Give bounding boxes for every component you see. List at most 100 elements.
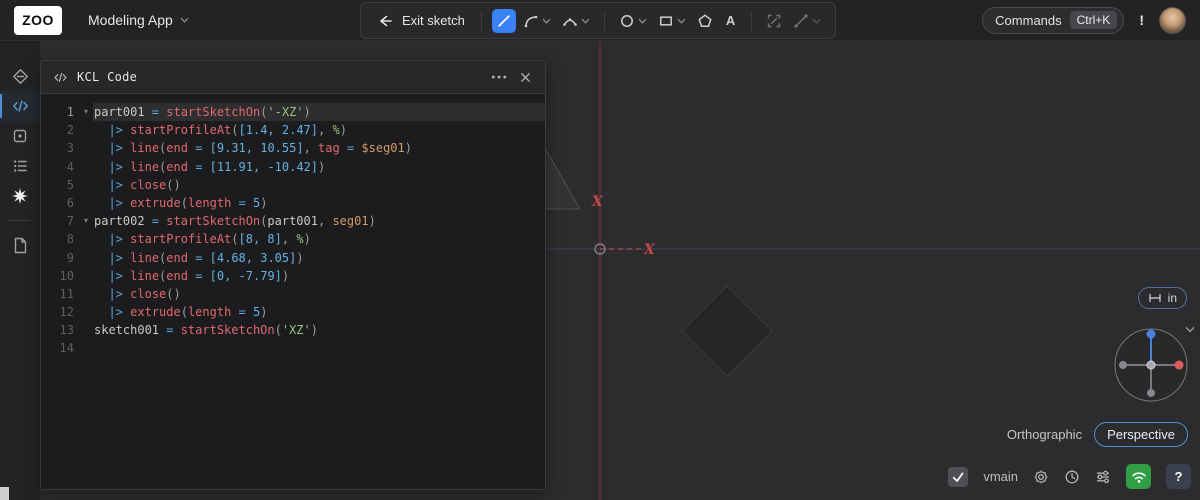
- help-button[interactable]: ?: [1166, 464, 1191, 489]
- filters-button[interactable]: [1095, 469, 1111, 485]
- line-number: 4: [41, 158, 79, 176]
- code-line-10[interactable]: 10 |> line(end = [0, -7.79]): [41, 267, 545, 285]
- code-line-1[interactable]: 1▾part001 = startSketchOn('-XZ'): [41, 103, 545, 121]
- history-button[interactable]: [1064, 469, 1080, 485]
- fold-chevron-icon: [79, 194, 93, 212]
- rectangle-tool[interactable]: [654, 9, 690, 33]
- corner-resize-handle[interactable]: [0, 487, 9, 500]
- line-number: 9: [41, 249, 79, 267]
- code-line-3[interactable]: 3 |> line(end = [9.31, 10.55], tag = $se…: [41, 139, 545, 157]
- code-line-11[interactable]: 11 |> close(): [41, 285, 545, 303]
- sidebar-item-reports[interactable]: [0, 181, 40, 211]
- toolbar-tools: A: [492, 9, 825, 33]
- version-checkbox[interactable]: [948, 467, 968, 487]
- x-axis-label[interactable]: X: [643, 242, 656, 258]
- status-bar: vmain ?: [948, 464, 1191, 489]
- code-line-8[interactable]: 8 |> startProfileAt([8, 8], %): [41, 230, 545, 248]
- units-button[interactable]: in: [1138, 287, 1187, 309]
- user-avatar[interactable]: [1159, 7, 1186, 34]
- gizmo-center-handle[interactable]: [1147, 361, 1155, 369]
- constraint-tool[interactable]: [789, 9, 825, 33]
- kcl-code-panel-header[interactable]: KCL Code: [41, 61, 545, 94]
- code-line-6[interactable]: 6 |> extrude(length = 5): [41, 194, 545, 212]
- kcl-code-editor[interactable]: 1▾part001 = startSketchOn('-XZ')2 |> sta…: [41, 94, 545, 489]
- sidebar-item-kcl-code[interactable]: [0, 91, 40, 121]
- zoo-mark-icon: [12, 68, 29, 85]
- panel-close-button[interactable]: [518, 70, 533, 85]
- code-text: |> close(): [93, 176, 545, 194]
- exit-sketch-button[interactable]: Exit sketch: [371, 13, 471, 29]
- text-tool-label: A: [724, 13, 737, 28]
- sidebar-divider: [9, 220, 31, 221]
- x-axis-label-secondary[interactable]: X: [591, 194, 604, 210]
- file-icon: [13, 237, 28, 254]
- code-text: |> line(end = [4.68, 3.05]): [93, 249, 545, 267]
- chevron-down-icon: [638, 18, 647, 24]
- kcl-code-panel: KCL Code 1▾part001 = startSketchOn('-XZ'…: [40, 60, 546, 490]
- top-bar-right: Commands Ctrl+K !: [982, 7, 1186, 34]
- commands-button[interactable]: Commands Ctrl+K: [982, 7, 1124, 34]
- code-line-9[interactable]: 9 |> line(end = [4.68, 3.05]): [41, 249, 545, 267]
- notification-button[interactable]: !: [1139, 12, 1144, 28]
- chevron-down-icon: [677, 18, 686, 24]
- sidebar-item-model[interactable]: [0, 61, 40, 91]
- line-number: 10: [41, 267, 79, 285]
- chevron-down-icon: [542, 18, 551, 24]
- line-icon: [496, 13, 512, 29]
- circle-tool[interactable]: [615, 9, 651, 33]
- fold-chevron-icon[interactable]: ▾: [79, 212, 93, 230]
- rect-icon: [658, 13, 674, 29]
- fold-chevron-icon: [79, 176, 93, 194]
- gizmo-neg-x-handle[interactable]: [1119, 361, 1127, 369]
- splat-icon: [11, 187, 29, 205]
- sidebar-item-feature-tree[interactable]: [0, 151, 40, 181]
- view-gizmo[interactable]: [1106, 320, 1196, 410]
- three-point-arc-tool[interactable]: [558, 9, 594, 33]
- arc3-icon: [562, 13, 578, 29]
- line-number: 7: [41, 212, 79, 230]
- commands-label: Commands: [995, 13, 1061, 28]
- settings-button[interactable]: [1033, 469, 1049, 485]
- sidebar-item-debug[interactable]: [0, 121, 40, 151]
- network-status-button[interactable]: [1126, 464, 1151, 489]
- gear-icon: [1033, 469, 1049, 485]
- code-line-5[interactable]: 5 |> close(): [41, 176, 545, 194]
- tree-icon: [12, 158, 28, 174]
- dimension-icon: [766, 13, 782, 29]
- code-line-4[interactable]: 4 |> line(end = [11.91, -10.42]): [41, 158, 545, 176]
- gizmo-x-handle[interactable]: [1175, 361, 1184, 370]
- dimension-tool[interactable]: [762, 9, 786, 33]
- code-line-13[interactable]: 13sketch001 = startSketchOn('XZ'): [41, 321, 545, 339]
- orthographic-button[interactable]: Orthographic: [1005, 423, 1084, 446]
- code-icon: [53, 71, 68, 84]
- code-line-7[interactable]: 7▾part002 = startSketchOn(part001, seg01…: [41, 212, 545, 230]
- constraint-icon: [793, 13, 809, 29]
- commands-shortcut-badge: Ctrl+K: [1070, 11, 1118, 29]
- line-number: 11: [41, 285, 79, 303]
- app-menu-button[interactable]: Modeling App: [88, 12, 189, 28]
- gizmo-z-handle[interactable]: [1147, 330, 1156, 339]
- sidebar-item-project-files[interactable]: [0, 230, 40, 260]
- fold-chevron-icon: [79, 303, 93, 321]
- tangential-arc-tool[interactable]: [519, 9, 555, 33]
- text-tool[interactable]: A: [720, 9, 741, 32]
- top-bar: ZOO Modeling App Exit sketch A Commands …: [0, 0, 1200, 41]
- code-line-2[interactable]: 2 |> startProfileAt([1.4, 2.47], %): [41, 121, 545, 139]
- panel-menu-button[interactable]: [489, 73, 509, 81]
- code-line-12[interactable]: 12 |> extrude(length = 5): [41, 303, 545, 321]
- fold-chevron-icon[interactable]: ▾: [79, 103, 93, 121]
- code-line-14[interactable]: 14: [41, 339, 545, 357]
- ellipsis-icon: [491, 75, 507, 79]
- toolbar-divider: [751, 11, 752, 31]
- gizmo-neg-z-handle[interactable]: [1147, 389, 1155, 397]
- line-number: 8: [41, 230, 79, 248]
- zoo-logo[interactable]: ZOO: [14, 6, 62, 35]
- sketch-diamond-shape[interactable]: [682, 286, 772, 376]
- line-tool[interactable]: [492, 9, 516, 33]
- fold-chevron-icon: [79, 121, 93, 139]
- clock-icon: [1064, 469, 1080, 485]
- panel-icon: [12, 128, 28, 144]
- app-root: ZOO Modeling App Exit sketch A Commands …: [0, 0, 1200, 500]
- polygon-tool[interactable]: [693, 9, 717, 33]
- perspective-button[interactable]: Perspective: [1094, 422, 1188, 447]
